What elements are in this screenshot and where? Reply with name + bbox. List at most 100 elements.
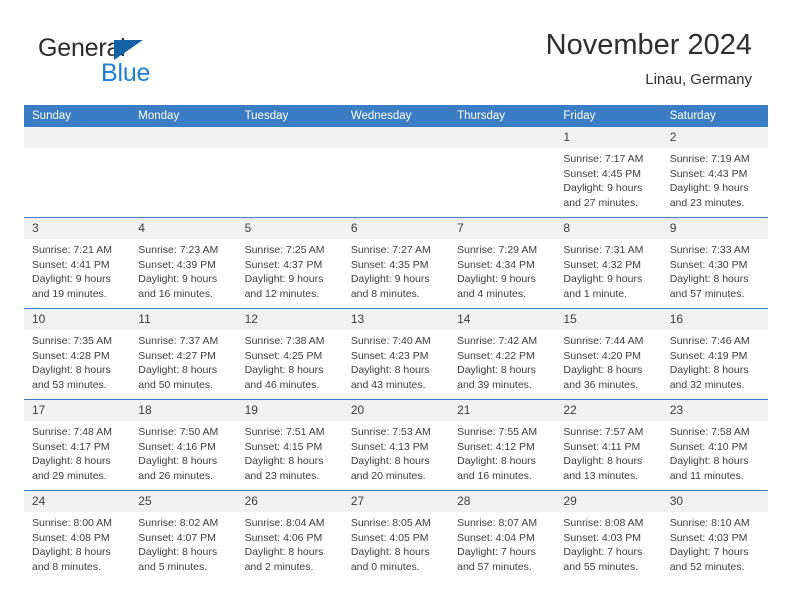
- calendar-day-cell[interactable]: 24 Sunrise: 8:00 AM Sunset: 4:08 PM Dayligh…: [24, 490, 131, 581]
- calendar-day-cell[interactable]: 17 Sunrise: 7:48 AM Sunset: 4:17 PM Dayligh…: [24, 399, 131, 491]
- calendar-day-cell[interactable]: 12 Sunrise: 7:38 AM Sunset: 4:25 PM Dayligh…: [236, 308, 343, 400]
- calendar-day-cell[interactable]: 2 Sunrise: 7:19 AM Sunset: 4:43 PM Daylight…: [661, 127, 768, 218]
- daylight-duration-line1: Daylight: 7 hours: [563, 546, 643, 558]
- sunset-time: Sunset: 4:25 PM: [244, 349, 323, 362]
- day-number: 29: [555, 491, 662, 512]
- day-number: 11: [130, 309, 237, 330]
- calendar-day-cell-empty[interactable]: [24, 127, 131, 218]
- sunrise-time: Sunrise: 8:08 AM: [563, 517, 644, 529]
- calendar-day-cell[interactable]: 15 Sunrise: 7:44 AM Sunset: 4:20 PM Dayligh…: [555, 308, 662, 400]
- day-number: 12: [236, 309, 343, 330]
- sunrise-time: Sunrise: 7:58 AM: [669, 426, 750, 438]
- calendar-day-cell-empty[interactable]: [236, 127, 343, 218]
- sunset-time: Sunset: 4:15 PM: [244, 440, 323, 453]
- sunset-time: Sunset: 4:06 PM: [244, 531, 323, 544]
- daylight-duration-line2: and 55 minutes.: [563, 560, 639, 573]
- calendar-day-cell[interactable]: 5 Sunrise: 7:25 AM Sunset: 4:37 PM Daylight…: [236, 217, 343, 309]
- day-sun-info: Sunrise: 7:33 AM Sunset: 4:30 PM Daylight:…: [662, 239, 768, 301]
- calendar-day-cell[interactable]: 21 Sunrise: 7:55 AM Sunset: 4:12 PM Dayligh…: [449, 399, 556, 491]
- sunrise-time: Sunrise: 7:23 AM: [138, 244, 219, 256]
- daylight-duration-line2: and 2 minutes.: [244, 560, 314, 573]
- calendar-day-cell[interactable]: 6 Sunrise: 7:27 AM Sunset: 4:35 PM Daylight…: [342, 217, 450, 309]
- day-number: 7: [449, 218, 556, 239]
- calendar-day-cell[interactable]: 18 Sunrise: 7:50 AM Sunset: 4:16 PM Dayligh…: [130, 399, 237, 491]
- sunrise-time: Sunrise: 7:29 AM: [457, 244, 538, 256]
- daylight-duration-line2: and 52 minutes.: [669, 560, 745, 573]
- day-number: 9: [661, 218, 768, 239]
- sunset-time: Sunset: 4:37 PM: [244, 258, 323, 271]
- day-sun-info: Sunrise: 8:10 AM Sunset: 4:03 PM Daylight:…: [662, 512, 768, 574]
- daylight-duration-line2: and 8 minutes.: [32, 560, 101, 573]
- day-number: 24: [24, 491, 131, 512]
- calendar-day-cell[interactable]: 20 Sunrise: 7:53 AM Sunset: 4:13 PM Dayligh…: [342, 399, 450, 491]
- calendar-day-cell[interactable]: 25 Sunrise: 8:02 AM Sunset: 4:07 PM Dayligh…: [130, 490, 237, 581]
- day-sun-info: Sunrise: 7:17 AM Sunset: 4:45 PM Daylight:…: [555, 148, 661, 210]
- weekday-header-sunday: Sunday: [24, 105, 131, 127]
- daylight-duration-line1: Daylight: 8 hours: [138, 455, 218, 467]
- calendar-day-cell[interactable]: 4 Sunrise: 7:23 AM Sunset: 4:39 PM Daylight…: [130, 217, 237, 309]
- calendar-day-cell-empty[interactable]: [342, 127, 450, 218]
- calendar-day-cell[interactable]: 14 Sunrise: 7:42 AM Sunset: 4:22 PM Dayligh…: [449, 308, 556, 400]
- daylight-duration-line1: Daylight: 8 hours: [138, 546, 218, 558]
- sunset-time: Sunset: 4:03 PM: [669, 531, 748, 544]
- calendar-day-cell[interactable]: 1 Sunrise: 7:17 AM Sunset: 4:45 PM Daylight…: [555, 127, 662, 218]
- daylight-duration-line1: Daylight: 8 hours: [244, 364, 324, 376]
- daylight-duration-line2: and 4 minutes.: [457, 287, 527, 300]
- sunrise-time: Sunrise: 7:38 AM: [244, 335, 325, 347]
- title-block: November 2024 Linau, Germany: [546, 28, 752, 90]
- day-sun-info: Sunrise: 7:58 AM Sunset: 4:10 PM Daylight:…: [662, 421, 768, 483]
- weekday-header-friday: Friday: [555, 105, 662, 127]
- calendar-day-cell[interactable]: 16 Sunrise: 7:46 AM Sunset: 4:19 PM Dayligh…: [661, 308, 768, 400]
- sunset-time: Sunset: 4:35 PM: [350, 258, 429, 271]
- calendar-day-cell[interactable]: 8 Sunrise: 7:31 AM Sunset: 4:32 PM Daylight…: [555, 217, 662, 309]
- daylight-duration-line1: Daylight: 7 hours: [669, 546, 749, 558]
- calendar-day-cell[interactable]: 29 Sunrise: 8:08 AM Sunset: 4:03 PM Dayligh…: [555, 490, 662, 581]
- sunset-time: Sunset: 4:22 PM: [457, 349, 535, 362]
- daylight-duration-line2: and 8 minutes.: [350, 287, 420, 300]
- calendar-day-cell[interactable]: 3 Sunrise: 7:21 AM Sunset: 4:41 PM Daylight…: [24, 217, 131, 309]
- calendar-day-cell[interactable]: 26 Sunrise: 8:04 AM Sunset: 4:06 PM Dayligh…: [236, 490, 343, 581]
- day-sun-info: Sunrise: 7:29 AM Sunset: 4:34 PM Daylight:…: [449, 239, 555, 301]
- weekday-header-thursday: Thursday: [449, 105, 556, 127]
- daylight-duration-line1: Daylight: 9 hours: [138, 273, 218, 285]
- day-number: 22: [555, 400, 662, 421]
- day-number: 15: [555, 309, 662, 330]
- calendar-day-cell[interactable]: 13 Sunrise: 7:40 AM Sunset: 4:23 PM Dayligh…: [342, 308, 450, 400]
- day-number: 3: [24, 218, 131, 239]
- daylight-duration-line1: Daylight: 9 hours: [32, 273, 111, 285]
- sunset-time: Sunset: 4:07 PM: [138, 531, 216, 544]
- daylight-duration-line2: and 12 minutes.: [244, 287, 320, 300]
- calendar-day-cell[interactable]: 22 Sunrise: 7:57 AM Sunset: 4:11 PM Dayligh…: [555, 399, 662, 491]
- calendar-day-cell[interactable]: 30 Sunrise: 8:10 AM Sunset: 4:03 PM Dayligh…: [661, 490, 768, 581]
- calendar-day-cell[interactable]: 23 Sunrise: 7:58 AM Sunset: 4:10 PM Dayligh…: [661, 399, 768, 491]
- sunset-time: Sunset: 4:13 PM: [350, 440, 429, 453]
- calendar-day-cell[interactable]: 9 Sunrise: 7:33 AM Sunset: 4:30 PM Daylight…: [661, 217, 768, 309]
- calendar-day-cell[interactable]: 27 Sunrise: 8:05 AM Sunset: 4:05 PM Dayligh…: [342, 490, 450, 581]
- calendar-day-cell-empty[interactable]: [130, 127, 237, 218]
- calendar-day-cell[interactable]: 10 Sunrise: 7:35 AM Sunset: 4:28 PM Dayligh…: [24, 308, 131, 400]
- day-sun-info: Sunrise: 7:46 AM Sunset: 4:19 PM Daylight:…: [662, 330, 768, 392]
- day-number: 26: [236, 491, 343, 512]
- sunset-time: Sunset: 4:28 PM: [32, 349, 110, 362]
- day-number: 8: [555, 218, 662, 239]
- calendar-day-cell[interactable]: 7 Sunrise: 7:29 AM Sunset: 4:34 PM Daylight…: [449, 217, 556, 309]
- calendar-day-cell[interactable]: 11 Sunrise: 7:37 AM Sunset: 4:27 PM Dayligh…: [130, 308, 237, 400]
- calendar-week-row: 17 Sunrise: 7:48 AM Sunset: 4:17 PM Dayligh…: [24, 399, 768, 491]
- daylight-duration-line1: Daylight: 8 hours: [457, 455, 536, 467]
- calendar-day-cell[interactable]: 19 Sunrise: 7:51 AM Sunset: 4:15 PM Dayligh…: [236, 399, 343, 491]
- day-sun-info: Sunrise: 7:31 AM Sunset: 4:32 PM Daylight:…: [555, 239, 661, 301]
- calendar-day-cell[interactable]: 28 Sunrise: 8:07 AM Sunset: 4:04 PM Dayligh…: [449, 490, 556, 581]
- calendar-weekday-header: Sunday Monday Tuesday Wednesday Thursday…: [24, 105, 768, 127]
- sunrise-time: Sunrise: 7:31 AM: [563, 244, 644, 256]
- day-number: 30: [661, 491, 768, 512]
- daylight-duration-line1: Daylight: 8 hours: [32, 364, 111, 376]
- daylight-duration-line1: Daylight: 8 hours: [350, 546, 430, 558]
- weekday-header-monday: Monday: [130, 105, 237, 127]
- daylight-duration-line1: Daylight: 9 hours: [244, 273, 324, 285]
- day-number: 2: [661, 127, 768, 148]
- daylight-duration-line1: Daylight: 9 hours: [457, 273, 536, 285]
- day-number: 25: [130, 491, 237, 512]
- sunset-time: Sunset: 4:04 PM: [457, 531, 535, 544]
- calendar-day-cell-empty[interactable]: [449, 127, 556, 218]
- daylight-duration-line1: Daylight: 8 hours: [457, 364, 536, 376]
